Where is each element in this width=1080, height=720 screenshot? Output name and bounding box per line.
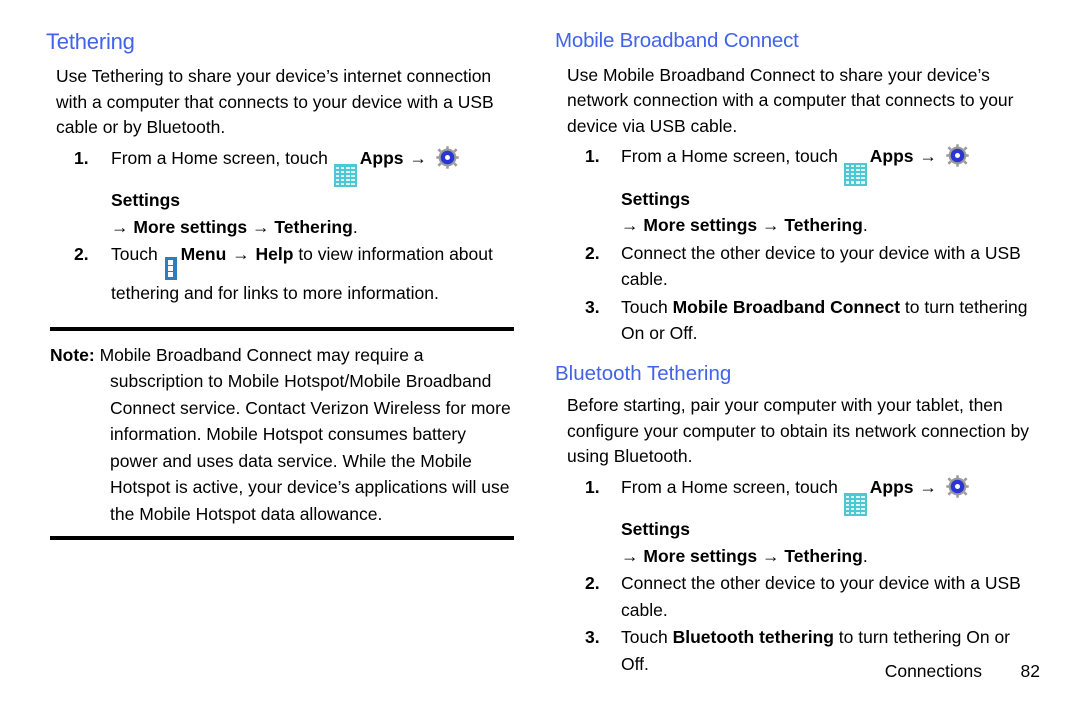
list-item: 3. Touch Mobile Broadband Connect to tur… [555,294,1040,347]
page-title: Tethering [46,29,135,54]
manual-page: Tethering Use Tethering to share your de… [0,0,1080,720]
more-settings-label: More settings [643,545,758,566]
step-text: Connect the other device to your device … [621,573,1021,620]
arrow-right-icon: → [919,477,937,498]
arrow-right-icon: → [919,146,937,167]
step-number: 1. [585,146,600,167]
step-text-prefix: Touch [621,296,673,317]
step-number: 3. [585,627,600,648]
left-column: Tethering Use Tethering to share your de… [0,0,540,720]
step-number: 2. [585,242,600,263]
settings-label: Settings [621,519,691,540]
arrow-right-icon: → [232,244,250,265]
help-label: Help [255,244,294,265]
step-text: Connect the other device to your device … [621,242,1021,290]
note-body-text: Mobile Broadband Connect may require a s… [94,344,511,524]
step-text-prefix: From a Home screen, touch [621,477,843,498]
section-title-bluetooth-tethering: Bluetooth Tethering [555,361,732,385]
divider-bottom [50,536,514,541]
step-text-prefix: From a Home screen, touch [111,147,333,168]
right-column: Mobile Broadband Connect Use Mobile Broa… [540,0,1080,720]
list-item: 1. From a Home screen, touch Apps → Sett… [46,145,510,240]
settings-label: Settings [111,190,181,211]
apps-grid-icon[interactable] [333,164,357,188]
step-sub-line: → More settings → Tethering. [111,214,510,241]
period: . [862,545,868,566]
divider-top [50,326,514,331]
apps-grid-icon[interactable] [843,493,867,517]
list-item: 2. Touch Menu → Help to view information… [46,241,510,307]
steps-list-mobile-broadband: 1. From a Home screen, touch Apps → Sett… [555,143,1040,346]
step-number: 1. [74,147,89,168]
more-settings-label: More settings [643,215,758,236]
note-text: Note: Mobile Broadband Connect may requi… [50,342,514,528]
mobile-broadband-connect-label: Mobile Broadband Connect [672,296,901,317]
arrow-right-icon: → [757,215,785,236]
list-item: 2. Connect the other device to your devi… [555,240,1040,293]
bluetooth-tethering-label: Bluetooth tethering [672,627,834,648]
intro-paragraph: Use Mobile Broadband Connect to share yo… [567,64,1014,136]
page-footer: Connections 82 [885,661,1040,682]
arrow-right-icon: → [111,216,134,237]
settings-label: Settings [621,188,691,209]
menu-dots-icon[interactable] [164,257,177,281]
gear-icon[interactable] [946,475,969,498]
tethering-label: Tethering [784,545,863,566]
arrow-right-icon: → [247,216,275,237]
step-number: 3. [585,296,600,317]
arrow-right-icon: → [757,545,785,566]
apps-grid-icon[interactable] [843,162,867,186]
step-sub-line: → More settings → Tethering. [621,543,1040,570]
list-item: 2. Connect the other device to your devi… [555,570,1040,623]
list-item: 1. From a Home screen, touch Apps → Sett… [555,143,1040,238]
note-label: Note: [50,344,95,365]
intro-paragraph: Use Tethering to share your device’s int… [56,66,494,138]
arrow-right-icon: → [621,215,644,236]
step-sub-line: → More settings → Tethering. [621,212,1040,239]
note-block: Note: Mobile Broadband Connect may requi… [50,326,514,541]
steps-list-tethering: 1. From a Home screen, touch Apps → Sett… [46,145,510,307]
tethering-label: Tethering [274,216,353,237]
step-text-prefix: Touch [621,627,673,648]
step-number: 2. [74,244,89,265]
more-settings-label: More settings [133,216,248,237]
tethering-label: Tethering [784,215,863,236]
list-item: 1. From a Home screen, touch Apps → Sett… [555,474,1040,569]
arrow-right-icon: → [409,147,427,168]
apps-label: Apps [869,146,914,167]
intro-paragraph-bluetooth: Before starting, pair your computer with… [567,395,1030,467]
period: . [352,216,358,237]
apps-label: Apps [359,147,404,168]
menu-label: Menu [180,244,227,265]
step-text-prefix: Touch [111,244,163,265]
period: . [862,215,868,236]
gear-icon[interactable] [946,144,969,168]
section-title-mobile-broadband-connect: Mobile Broadband Connect [555,29,799,52]
step-number: 1. [585,477,600,498]
arrow-right-icon: → [621,545,644,566]
steps-list-bluetooth-tethering: 1. From a Home screen, touch Apps → Sett… [555,474,1040,677]
footer-page-number: 82 [1020,661,1040,681]
apps-label: Apps [869,477,914,498]
step-number: 2. [585,573,600,594]
footer-chapter-label: Connections [884,661,982,681]
gear-icon[interactable] [436,146,459,169]
step-text-prefix: From a Home screen, touch [621,146,843,167]
